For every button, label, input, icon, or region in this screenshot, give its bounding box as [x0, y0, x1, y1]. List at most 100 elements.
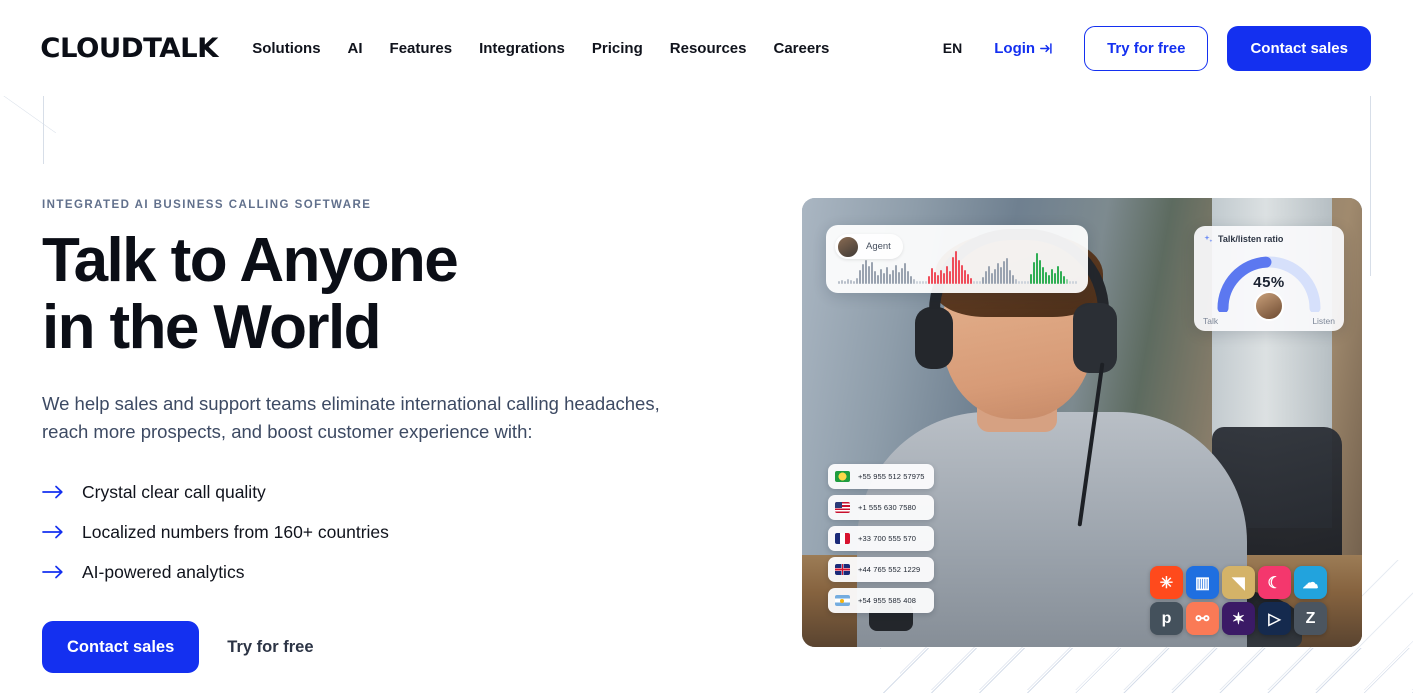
- page-title: Talk to Anyone in the World: [42, 226, 777, 362]
- waveform-bar: [880, 269, 882, 284]
- agent-label: Agent: [866, 241, 891, 252]
- waveform-bar: [841, 280, 843, 284]
- waveform-bar: [847, 279, 849, 284]
- ratio-title-label: Talk/listen ratio: [1218, 234, 1284, 244]
- nav-link-ai[interactable]: AI: [348, 40, 363, 57]
- sparkle-icon: [1204, 234, 1213, 242]
- waveform-bar: [940, 270, 942, 284]
- phone-number-chip[interactable]: +44 765 552 1229: [828, 557, 934, 582]
- hero-copy: INTEGRATED AI BUSINESS CALLING SOFTWARE …: [42, 96, 777, 693]
- hero-section: INTEGRATED AI BUSINESS CALLING SOFTWARE …: [0, 96, 1413, 693]
- header-actions: EN Login Try for free Contact sales: [943, 25, 1371, 71]
- nav-link-features[interactable]: Features: [390, 40, 453, 57]
- pipedrive-icon[interactable]: p: [1150, 602, 1183, 635]
- arrow-right-icon: [42, 525, 64, 539]
- hero-visual: Agent Talk/listen ratio 45% Talk Listen …: [802, 96, 1362, 693]
- benefit-label: AI-powered analytics: [82, 561, 245, 582]
- hero-contact-sales-button[interactable]: Contact sales: [42, 621, 200, 674]
- waveform-bar: [976, 281, 978, 284]
- phone-number-label: +54 955 585 408: [858, 596, 917, 605]
- waveform-bar: [937, 275, 939, 284]
- nav-link-resources[interactable]: Resources: [670, 40, 747, 57]
- waveform-bar: [979, 281, 981, 284]
- page-root: CLOUDTALK Solutions AI Features Integrat…: [0, 0, 1413, 693]
- waveform-bar: [871, 262, 873, 284]
- waveform-bar: [961, 265, 963, 284]
- waveform-bar: [895, 265, 897, 284]
- waveform-bar: [967, 274, 969, 284]
- list-item: Localized numbers from 160+ countries: [42, 512, 777, 552]
- nav-link-solutions[interactable]: Solutions: [252, 40, 320, 57]
- list-item: Crystal clear call quality: [42, 472, 777, 512]
- salesforce-icon[interactable]: ☁: [1294, 566, 1327, 599]
- waveform-bar: [994, 269, 996, 284]
- waveform-bar: [862, 264, 864, 284]
- waveform-bar: [997, 263, 999, 284]
- hero-try-for-free-link[interactable]: Try for free: [227, 638, 313, 657]
- waveform-bar: [946, 266, 948, 284]
- waveform-bar: [877, 275, 879, 284]
- waveform-bar: [850, 280, 852, 284]
- ratio-card-title: Talk/listen ratio: [1204, 234, 1334, 244]
- phone-number-label: +44 765 552 1229: [858, 565, 921, 574]
- waveform-bar: [907, 271, 909, 284]
- pipedrive-moon-icon[interactable]: ☾: [1258, 566, 1291, 599]
- waveform-bar: [1075, 281, 1077, 284]
- try-for-free-button[interactable]: Try for free: [1084, 25, 1209, 71]
- hubspot-icon[interactable]: ⚯: [1186, 602, 1219, 635]
- waveform-bar: [952, 257, 954, 284]
- waveform-bar: [1027, 281, 1029, 284]
- ratio-gauge: 45%: [1211, 250, 1327, 321]
- login-link[interactable]: Login: [994, 40, 1053, 57]
- arrow-right-icon: [42, 485, 64, 499]
- france-flag: [835, 533, 850, 544]
- cloudtalk-logo[interactable]: CLOUDTALK: [40, 33, 218, 64]
- waveform-bar: [1042, 267, 1044, 284]
- phone-number-label: +55 955 512 57975: [858, 472, 925, 481]
- waveform-bar: [865, 260, 867, 284]
- waveform-bar: [943, 273, 945, 284]
- phone-number-label: +1 555 630 7580: [858, 503, 917, 512]
- waveform-bar: [1006, 258, 1008, 284]
- waveform-bar: [958, 260, 960, 284]
- waveform-bar: [1036, 253, 1038, 284]
- headline-line-1: Talk to Anyone: [42, 226, 459, 295]
- dynamics-icon[interactable]: ✶: [1222, 602, 1255, 635]
- waveform-bar: [901, 268, 903, 284]
- waveform-bar: [892, 270, 894, 284]
- contact-sales-button[interactable]: Contact sales: [1227, 25, 1371, 71]
- waveform-bar: [874, 271, 876, 284]
- nav-link-careers[interactable]: Careers: [773, 40, 829, 57]
- waveform-bar: [883, 273, 885, 284]
- waveform-bar: [985, 271, 987, 284]
- hero-benefit-list: Crystal clear call quality Localized num…: [42, 472, 777, 592]
- phone-number-chip[interactable]: +54 955 585 408: [828, 588, 934, 613]
- zapier-icon[interactable]: ✳: [1150, 566, 1183, 599]
- waveform-bar: [1000, 267, 1002, 284]
- gauge-listen-label: Listen: [1312, 316, 1335, 326]
- intercom-icon[interactable]: ▥: [1186, 566, 1219, 599]
- waveform-bar: [886, 267, 888, 284]
- agent-chip: Agent: [835, 234, 903, 259]
- dynamics365-icon[interactable]: ▷: [1258, 602, 1291, 635]
- brazil-flag: [835, 471, 850, 482]
- waveform-bar: [1021, 281, 1023, 284]
- language-selector[interactable]: EN: [943, 40, 962, 56]
- front-icon[interactable]: ◥: [1222, 566, 1255, 599]
- list-item: AI-powered analytics: [42, 552, 777, 592]
- nav-link-integrations[interactable]: Integrations: [479, 40, 565, 57]
- login-arrow-icon: [1040, 42, 1052, 54]
- waveform-bar: [898, 272, 900, 284]
- waveform-bar: [856, 278, 858, 284]
- waveform-bar: [904, 263, 906, 284]
- zendesk-icon[interactable]: Z: [1294, 602, 1327, 635]
- waveform-bar: [859, 270, 861, 284]
- phone-number-chip[interactable]: +1 555 630 7580: [828, 495, 934, 520]
- phone-number-chip[interactable]: +55 955 512 57975: [828, 464, 934, 489]
- waveform-bar: [1015, 279, 1017, 284]
- hero-eyebrow: INTEGRATED AI BUSINESS CALLING SOFTWARE: [42, 199, 372, 211]
- waveform-bar: [844, 281, 846, 284]
- nav-link-pricing[interactable]: Pricing: [592, 40, 643, 57]
- hero-photo: Agent Talk/listen ratio 45% Talk Listen …: [802, 198, 1362, 647]
- phone-number-chip[interactable]: +33 700 555 570: [828, 526, 934, 551]
